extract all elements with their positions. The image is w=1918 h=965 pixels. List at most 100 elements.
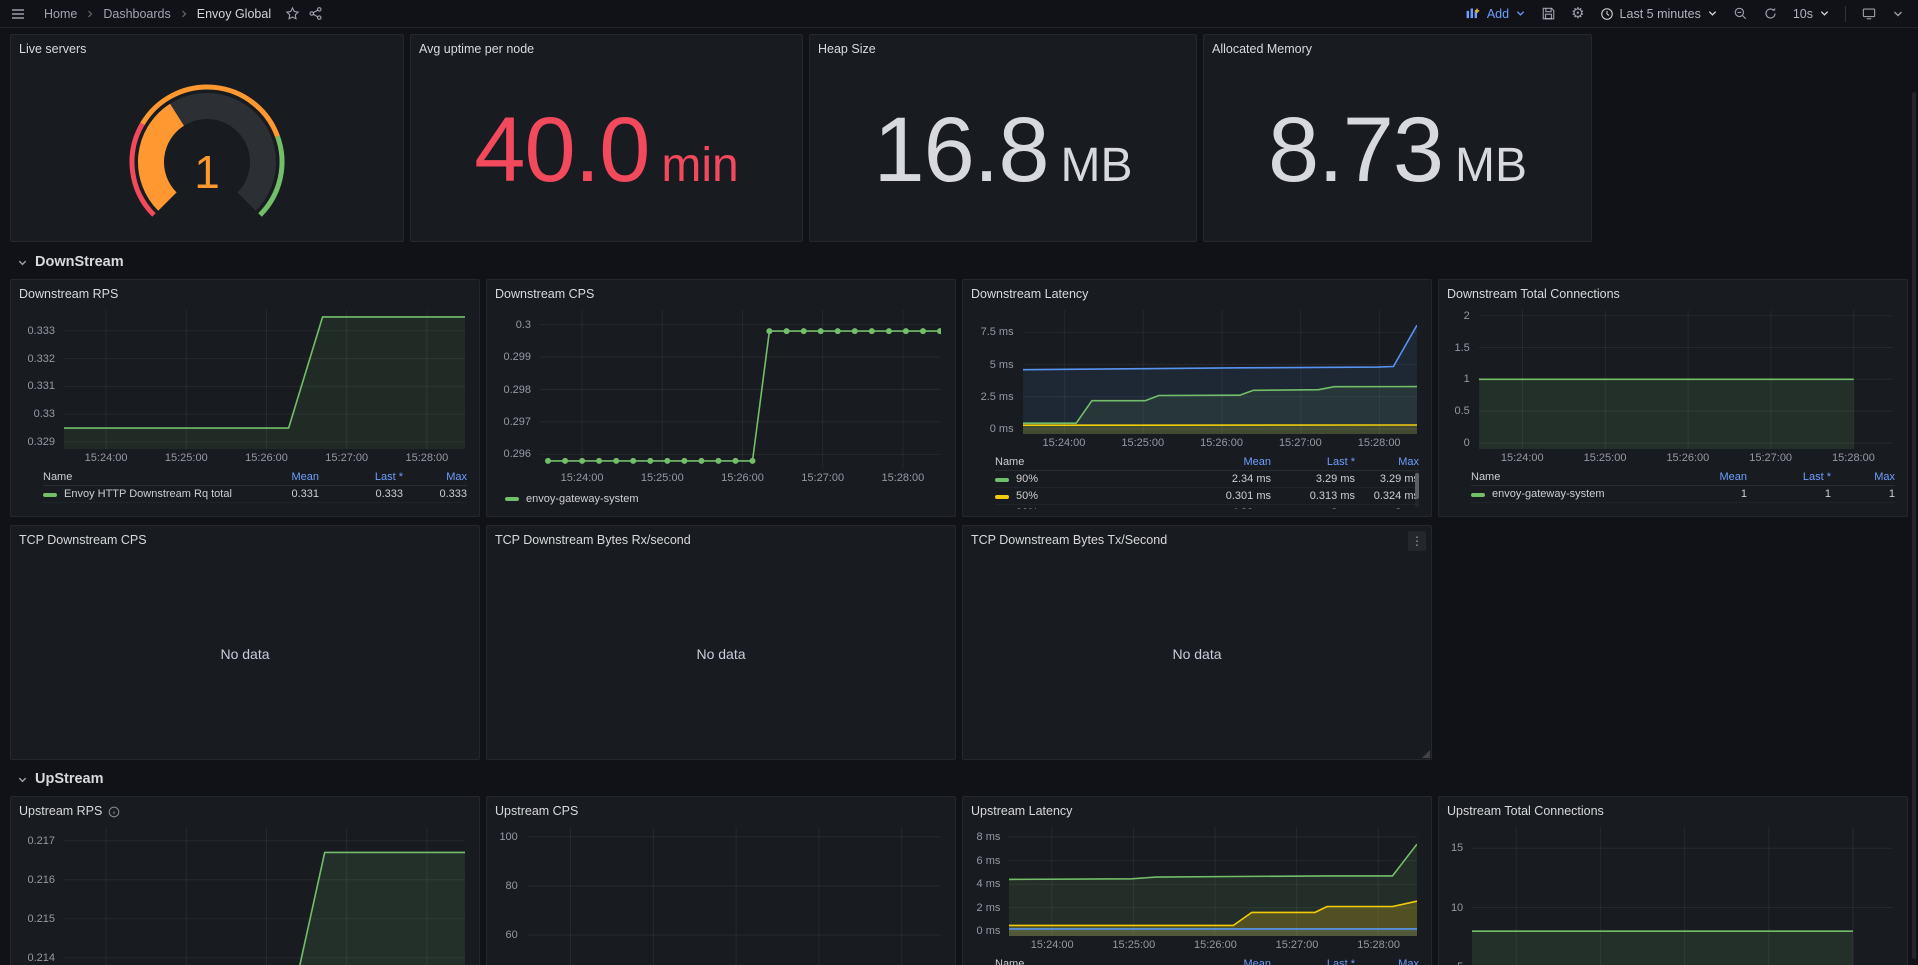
legend-column-header-name[interactable]: Name bbox=[995, 956, 1187, 965]
plot-area[interactable]: 0.3290.330.3310.3320.333 bbox=[64, 310, 465, 449]
legend-value: 4.89 ms bbox=[1187, 505, 1271, 509]
chevron-down-icon bbox=[1515, 8, 1526, 19]
panel-allocated-memory: Allocated Memory 8.73MB bbox=[1203, 34, 1592, 242]
chart-tcp-downstream-bytes-tx: No data bbox=[971, 550, 1423, 752]
legend-series-name: 50% bbox=[995, 488, 1187, 505]
legend-column-header[interactable]: Last * bbox=[1271, 454, 1355, 471]
panel-title: Downstream RPS bbox=[19, 285, 118, 304]
plot-area[interactable]: 51015 bbox=[1472, 827, 1893, 965]
panel-title: Avg uptime per node bbox=[419, 40, 534, 59]
y-tick-label: 0.329 bbox=[19, 435, 55, 449]
star-icon[interactable] bbox=[285, 6, 300, 21]
legend-column-header[interactable]: Mean bbox=[1663, 469, 1747, 486]
timeseries-svg bbox=[64, 310, 465, 449]
chart-downstream-rps: 0.3290.330.3310.3320.33315:24:0015:25:00… bbox=[19, 304, 471, 509]
panel-title: Downstream CPS bbox=[495, 285, 594, 304]
legend-column-header[interactable]: Mean bbox=[235, 469, 319, 486]
panel-menu-icon[interactable]: ⋮ bbox=[1408, 531, 1426, 551]
row-header-upstream[interactable]: UpStream bbox=[17, 769, 1908, 789]
legend-row[interactable]: Envoy HTTP Downstream Rq total0.3310.333… bbox=[43, 486, 467, 503]
dashboard-canvas: Live servers 1 Avg uptime per node 40.0m… bbox=[0, 28, 1918, 965]
panel-resize-handle[interactable] bbox=[1422, 750, 1430, 758]
legend-column-header[interactable]: Max bbox=[1355, 956, 1419, 965]
panel-title: Upstream Total Connections bbox=[1447, 802, 1604, 821]
tv-mode-icon[interactable] bbox=[1861, 6, 1877, 21]
y-tick-label: 0 ms bbox=[971, 422, 1014, 436]
plot-area[interactable]: 406080100 bbox=[527, 827, 941, 965]
legend-label: envoy-gateway-system bbox=[526, 493, 639, 505]
add-button[interactable]: Add bbox=[1465, 7, 1526, 21]
legend-column-header[interactable]: Last * bbox=[1271, 956, 1355, 965]
zoom-out-icon[interactable] bbox=[1733, 6, 1748, 21]
panel-live-servers: Live servers 1 bbox=[10, 34, 404, 242]
page-scrollbar[interactable] bbox=[1912, 92, 1916, 959]
timeseries-svg bbox=[1472, 827, 1893, 965]
legend-header-row: NameMeanLast *Max bbox=[995, 454, 1419, 471]
plot-area[interactable]: 00.511.52 bbox=[1479, 310, 1893, 449]
breadcrumb-dashboard-title[interactable]: Envoy Global bbox=[197, 7, 271, 21]
panel-title: TCP Downstream Bytes Rx/second bbox=[495, 531, 691, 550]
chevron-down-icon bbox=[17, 774, 28, 785]
stat-value: 8.73 bbox=[1268, 104, 1443, 196]
legend-row[interactable]: 50%0.301 ms0.313 ms0.324 ms bbox=[995, 488, 1419, 505]
legend-column-header-name[interactable]: Name bbox=[43, 469, 235, 486]
menu-icon[interactable] bbox=[10, 6, 26, 22]
timeseries-svg bbox=[527, 827, 941, 965]
panel-title: Upstream RPS bbox=[19, 802, 102, 821]
legend-row[interactable]: 99%4.89 ms8 ms8 ms bbox=[995, 505, 1419, 509]
y-tick-label: 0.299 bbox=[495, 350, 531, 364]
share-icon[interactable] bbox=[308, 6, 323, 21]
refresh-interval-label: 10s bbox=[1793, 7, 1813, 21]
legend-scrollbar-thumb[interactable] bbox=[1415, 473, 1419, 499]
stat-allocated-memory: 8.73MB bbox=[1212, 59, 1583, 234]
x-tick-label: 15:28:00 bbox=[868, 472, 938, 484]
y-tick-label: 0.332 bbox=[19, 352, 55, 366]
panel-title: TCP Downstream CPS bbox=[19, 531, 147, 550]
breadcrumb-home[interactable]: Home bbox=[44, 7, 77, 21]
y-tick-label: 0 ms bbox=[971, 924, 1000, 938]
legend-row[interactable]: envoy-gateway-system111 bbox=[1471, 486, 1895, 503]
legend-column-header[interactable]: Last * bbox=[319, 469, 403, 486]
info-icon[interactable] bbox=[108, 806, 120, 818]
save-dashboard-icon[interactable] bbox=[1541, 6, 1556, 21]
refresh-icon[interactable] bbox=[1763, 6, 1778, 21]
panel-upstream-latency: Upstream Latency 0 ms2 ms4 ms6 ms8 ms 15:… bbox=[962, 796, 1432, 965]
chevron-down-icon[interactable] bbox=[1892, 8, 1904, 20]
x-tick-label: 15:26:00 bbox=[1653, 452, 1723, 464]
panel-title: Upstream Latency bbox=[971, 802, 1072, 821]
legend-column-header[interactable]: Mean bbox=[1187, 454, 1271, 471]
legend-column-header-name[interactable]: Name bbox=[1471, 469, 1663, 486]
breadcrumb-dashboards[interactable]: Dashboards bbox=[103, 7, 170, 21]
plot-area[interactable]: 0.2130.2140.2150.2160.217 bbox=[64, 827, 465, 965]
time-range-picker[interactable]: Last 5 minutes bbox=[1600, 7, 1718, 21]
legend-column-header[interactable]: Max bbox=[403, 469, 467, 486]
y-tick-label: 80 bbox=[495, 879, 518, 893]
legend-column-header[interactable]: Last * bbox=[1747, 469, 1831, 486]
plot-area[interactable]: 0.2960.2970.2980.2990.3 bbox=[540, 310, 941, 469]
panel-upstream-rps: Upstream RPS 0.2130.2140.2150.2160.217 bbox=[10, 796, 480, 965]
y-tick-label: 0.297 bbox=[495, 415, 531, 429]
x-axis: 15:24:0015:25:0015:26:0015:27:0015:28:00 bbox=[1023, 434, 1417, 452]
row-header-downstream[interactable]: DownStream bbox=[17, 252, 1908, 272]
timeseries-svg bbox=[540, 310, 941, 469]
legend-value: 8 ms bbox=[1271, 505, 1355, 509]
plot-area[interactable]: 0 ms2 ms4 ms6 ms8 ms bbox=[1009, 827, 1417, 936]
x-axis: 15:24:0015:25:0015:26:0015:27:0015:28:00 bbox=[540, 469, 941, 487]
refresh-interval-picker[interactable]: 10s bbox=[1793, 7, 1830, 21]
legend-value: 0.331 bbox=[235, 486, 319, 503]
legend-column-header-name[interactable]: Name bbox=[995, 454, 1187, 471]
y-tick-label: 6 ms bbox=[971, 854, 1000, 868]
legend-row[interactable]: 90%2.34 ms3.29 ms3.29 ms bbox=[995, 471, 1419, 488]
legend-column-header[interactable]: Max bbox=[1355, 454, 1419, 471]
panel-downstream-total-connections: Downstream Total Connections 00.511.5215… bbox=[1438, 279, 1908, 517]
chart-tcp-downstream-cps: No data bbox=[19, 550, 471, 752]
x-tick-label: 15:25:00 bbox=[1099, 939, 1169, 951]
legend-value: 0.313 ms bbox=[1271, 488, 1355, 505]
dashboard-settings-gear-icon[interactable]: ⚙ bbox=[1571, 6, 1584, 21]
legend-column-header[interactable]: Mean bbox=[1187, 956, 1271, 965]
panel-title: Heap Size bbox=[818, 40, 876, 59]
legend-column-header[interactable]: Max bbox=[1831, 469, 1895, 486]
legend-item[interactable]: envoy-gateway-system bbox=[505, 493, 639, 505]
plot-area[interactable]: 0 ms2.5 ms5 ms7.5 ms bbox=[1023, 310, 1417, 434]
legend-value: 8 ms bbox=[1355, 505, 1419, 509]
